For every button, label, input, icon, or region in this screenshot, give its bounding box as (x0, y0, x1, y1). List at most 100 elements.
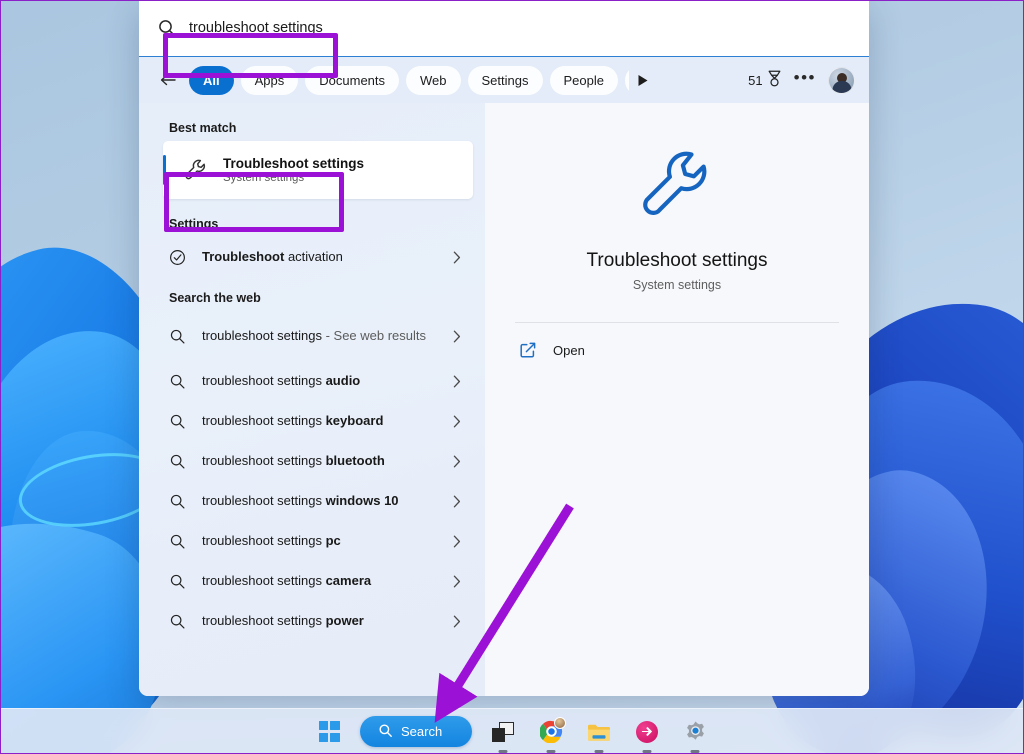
result-row[interactable]: troubleshoot settings pc (139, 521, 485, 561)
result-label: troubleshoot settings power (202, 613, 451, 630)
result-label-suffix: activation (284, 249, 343, 264)
chevron-right-icon[interactable] (451, 251, 463, 264)
chevron-right-icon[interactable] (451, 455, 463, 468)
start-button[interactable] (312, 715, 346, 749)
folder-icon (587, 722, 611, 742)
filter-tab-folders[interactable]: Folders (625, 66, 629, 95)
result-label-prefix: Troubleshoot (202, 249, 284, 264)
result-label: troubleshoot settings audio (202, 373, 451, 390)
result-row[interactable]: troubleshoot settings keyboard (139, 401, 485, 441)
result-label-prefix: troubleshoot settings (202, 533, 326, 548)
search-icon (169, 328, 186, 345)
web-results: troubleshoot settings - See web resultst… (139, 311, 485, 641)
rewards-button[interactable]: 51 (748, 70, 781, 90)
result-label-suffix: - See web results (322, 328, 426, 343)
result-label-suffix: audio (326, 373, 361, 388)
search-icon (169, 493, 186, 510)
file-explorer-button[interactable] (582, 715, 616, 749)
preview-actions: Open (515, 323, 839, 377)
wrench-icon (183, 157, 209, 183)
result-label: troubleshoot settings pc (202, 533, 451, 550)
result-label-prefix: troubleshoot settings (202, 453, 326, 468)
chevron-right-icon[interactable] (451, 535, 463, 548)
best-match-wrapper: Troubleshoot settings System settings (139, 141, 485, 199)
search-input[interactable] (189, 20, 851, 36)
desktop: AllAppsDocumentsWebSettingsPeopleFolders… (0, 0, 1024, 754)
preview-title: Troubleshoot settings (587, 250, 768, 272)
result-label: Troubleshoot activation (202, 249, 451, 266)
chevron-right-icon[interactable] (451, 415, 463, 428)
search-button[interactable]: Search (360, 716, 472, 747)
rewards-medal-icon (767, 70, 782, 90)
windows-logo-icon (319, 721, 340, 742)
result-row[interactable]: troubleshoot settings camera (139, 561, 485, 601)
taskbar: Search (0, 708, 1024, 754)
task-view-button[interactable] (486, 715, 520, 749)
search-icon (169, 453, 186, 470)
result-label: troubleshoot settings camera (202, 573, 451, 590)
send-app-icon (636, 721, 658, 743)
result-row[interactable]: troubleshoot settings - See web results (139, 311, 485, 361)
best-match-item[interactable]: Troubleshoot settings System settings (163, 141, 473, 199)
result-label-prefix: troubleshoot settings (202, 493, 326, 508)
filter-tab-web[interactable]: Web (406, 66, 461, 95)
rewards-count: 51 (748, 73, 762, 88)
web-group-header: Search the web (139, 277, 485, 311)
settings-button[interactable] (678, 715, 712, 749)
chevron-right-icon[interactable] (451, 375, 463, 388)
task-view-icon (492, 722, 514, 742)
result-label: troubleshoot settings bluetooth (202, 453, 451, 470)
play-arrow-icon[interactable] (637, 74, 649, 87)
settings-group-header: Settings (139, 199, 485, 237)
filter-tab-apps[interactable]: Apps (241, 66, 299, 95)
chrome-profile-avatar-icon (554, 717, 566, 729)
result-row[interactable]: troubleshoot settings bluetooth (139, 441, 485, 481)
result-label-prefix: troubleshoot settings (202, 413, 326, 428)
results-list-pane: Best match Troubleshoot settings System … (139, 103, 485, 696)
search-icon (169, 373, 186, 390)
result-label: troubleshoot settings keyboard (202, 413, 451, 430)
result-label-suffix: keyboard (326, 413, 384, 428)
chevron-right-icon[interactable] (451, 615, 463, 628)
preview-action-label: Open (553, 343, 585, 358)
search-icon (378, 723, 393, 741)
filter-tab-people[interactable]: People (550, 66, 618, 95)
search-icon (157, 18, 177, 38)
more-options-button[interactable]: ••• (794, 69, 816, 91)
open-external-icon (519, 341, 537, 359)
settings-results: Troubleshoot activation (139, 237, 485, 277)
result-label-prefix: troubleshoot settings (202, 613, 326, 628)
result-row[interactable]: troubleshoot settings power (139, 601, 485, 641)
result-row[interactable]: troubleshoot settings audio (139, 361, 485, 401)
search-icon (169, 573, 186, 590)
result-label-suffix: camera (326, 573, 372, 588)
result-label-prefix: troubleshoot settings (202, 573, 326, 588)
search-icon (169, 413, 186, 430)
search-box-row (139, 0, 869, 57)
result-row[interactable]: Troubleshoot activation (139, 237, 485, 277)
chevron-right-icon[interactable] (451, 575, 463, 588)
result-row[interactable]: troubleshoot settings windows 10 (139, 481, 485, 521)
account-avatar[interactable] (828, 67, 855, 94)
filter-tab-all[interactable]: All (189, 66, 234, 95)
gear-icon (684, 720, 707, 743)
chevron-right-icon[interactable] (451, 495, 463, 508)
best-match-header: Best match (139, 113, 485, 141)
search-flyout-panel: AllAppsDocumentsWebSettingsPeopleFolders… (139, 0, 869, 696)
result-label: troubleshoot settings windows 10 (202, 493, 451, 510)
chevron-right-icon[interactable] (451, 330, 463, 343)
search-icon (169, 613, 186, 630)
chrome-button[interactable] (534, 715, 568, 749)
result-label-suffix: windows 10 (326, 493, 399, 508)
filter-tab-documents[interactable]: Documents (305, 66, 399, 95)
filter-tab-bar: AllAppsDocumentsWebSettingsPeople Folders… (139, 57, 869, 103)
filter-tabs: AllAppsDocumentsWebSettingsPeople Folders (189, 66, 629, 95)
pink-app-button[interactable] (630, 715, 664, 749)
back-arrow-icon[interactable] (155, 67, 181, 93)
filter-tab-settings[interactable]: Settings (468, 66, 543, 95)
preview-pane: Troubleshoot settings System settings Op… (485, 103, 869, 696)
search-icon (169, 533, 186, 550)
result-label-prefix: troubleshoot settings (202, 328, 322, 343)
preview-action-open[interactable]: Open (515, 323, 839, 377)
search-button-label: Search (401, 724, 442, 739)
